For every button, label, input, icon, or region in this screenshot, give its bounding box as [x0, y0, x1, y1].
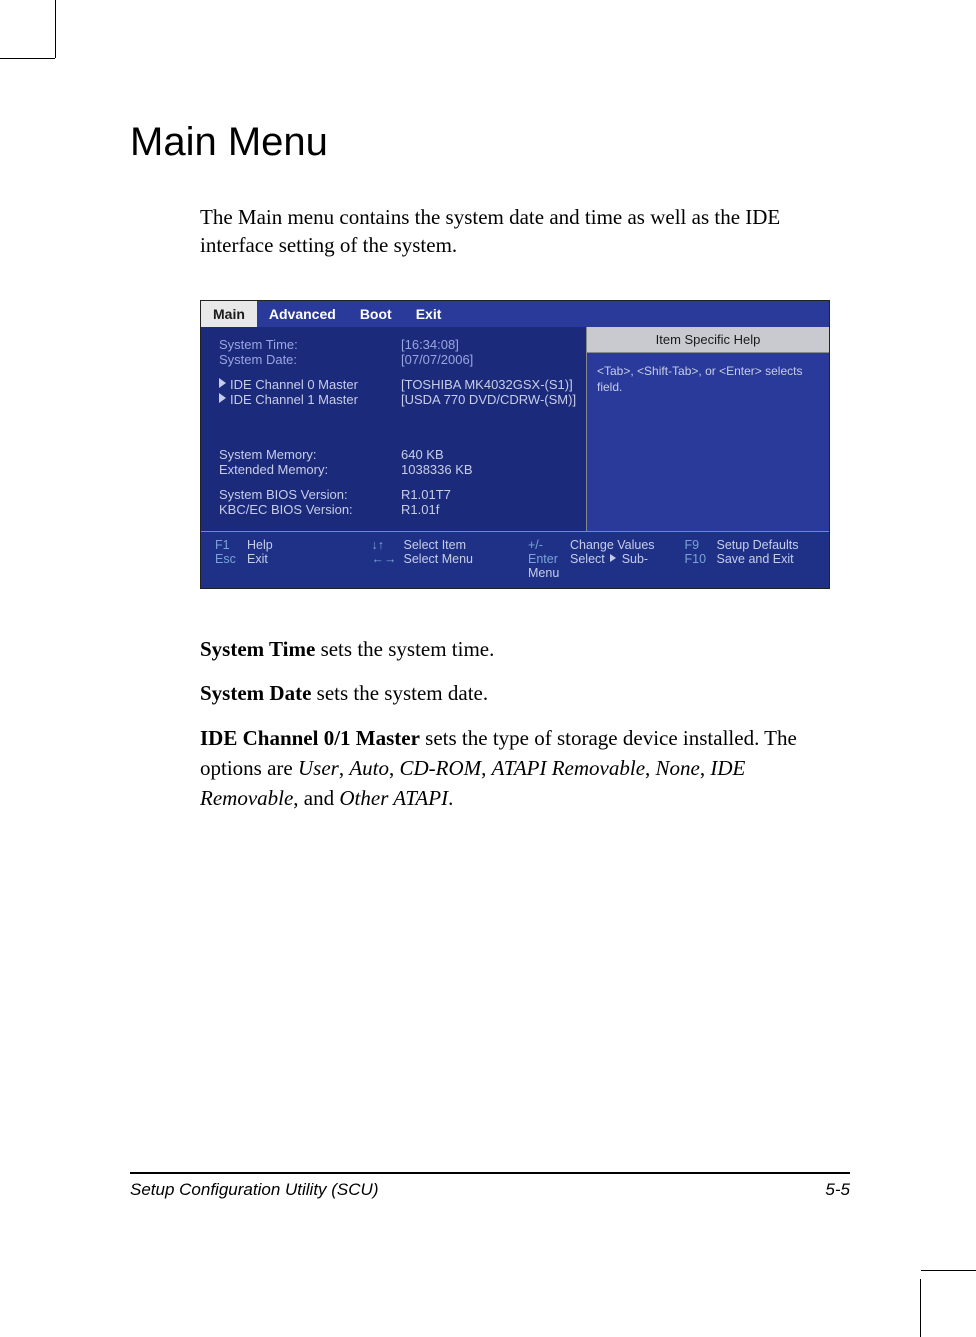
footer-left: Setup Configuration Utility (SCU): [130, 1180, 378, 1200]
esc-exit-label: Exit: [247, 552, 268, 566]
bios-tab-exit: Exit: [404, 301, 454, 327]
f10-key: F10: [685, 552, 717, 566]
help-title: Item Specific Help: [587, 327, 829, 353]
bios-tab-boot: Boot: [348, 301, 404, 327]
def-system-date: System Date sets the system date.: [200, 678, 840, 708]
extended-memory-label: Extended Memory:: [219, 462, 401, 477]
ide-channel-0-value: [TOSHIBA MK4032GSX-(S1)]: [401, 377, 578, 392]
enter-key: Enter: [528, 552, 570, 566]
ide-channel-1-label: IDE Channel 1 Master: [219, 392, 401, 407]
f1-help-label: Help: [247, 538, 273, 552]
f9-key: F9: [685, 538, 717, 552]
bios-help-panel: Item Specific Help <Tab>, <Shift-Tab>, o…: [586, 327, 829, 531]
intro-paragraph: The Main menu contains the system date a…: [200, 203, 840, 260]
leftright-arrow-icon: ←→: [372, 552, 404, 566]
f1-key: F1: [215, 538, 247, 552]
ide-channel-0-label: IDE Channel 0 Master: [219, 377, 401, 392]
page-heading: Main Menu: [130, 120, 850, 165]
page-footer: Setup Configuration Utility (SCU) 5-5: [130, 1172, 850, 1200]
extended-memory-value: 1038336 KB: [401, 462, 578, 477]
select-item-label: Select Item: [404, 538, 467, 552]
system-memory-label: System Memory:: [219, 447, 401, 462]
select-menu-label: Select Menu: [404, 552, 473, 566]
footer-page-number: 5-5: [825, 1180, 850, 1200]
definitions: System Time sets the system time. System…: [200, 634, 840, 814]
system-time-value: [16:34:08]: [401, 337, 578, 352]
bios-footer: F1Help EscExit ↓↑Select Item ←→Select Me…: [201, 531, 829, 588]
bios-screenshot: Main Advanced Boot Exit System Time:[16:…: [200, 300, 830, 589]
kbc-version-label: KBC/EC BIOS Version:: [219, 502, 401, 517]
triangle-icon: [610, 554, 616, 562]
help-body: <Tab>, <Shift-Tab>, or <Enter> selects f…: [587, 353, 829, 407]
bios-tab-advanced: Advanced: [257, 301, 348, 327]
bios-tab-main: Main: [201, 301, 257, 327]
system-date-value: [07/07/2006]: [401, 352, 578, 367]
bios-tab-bar: Main Advanced Boot Exit: [201, 301, 829, 327]
ide-channel-1-value: [USDA 770 DVD/CDRW-(SM)]: [401, 392, 578, 407]
def-ide-channel: IDE Channel 0/1 Master sets the type of …: [200, 723, 840, 814]
triangle-icon: [219, 393, 226, 403]
system-memory-value: 640 KB: [401, 447, 578, 462]
save-exit-label: Save and Exit: [717, 552, 794, 566]
kbc-version-value: R1.01f: [401, 502, 578, 517]
triangle-icon: [219, 378, 226, 388]
updown-arrow-icon: ↓↑: [372, 538, 404, 552]
change-values-label: Change Values: [570, 538, 655, 552]
plusminus-key: +/-: [528, 538, 570, 552]
setup-defaults-label: Setup Defaults: [717, 538, 799, 552]
system-date-label: System Date:: [219, 352, 401, 367]
def-system-time: System Time sets the system time.: [200, 634, 840, 664]
footer-rule: [130, 1172, 850, 1174]
bios-version-value: R1.01T7: [401, 487, 578, 502]
esc-key: Esc: [215, 552, 247, 566]
bios-main-panel: System Time:[16:34:08] System Date:[07/0…: [201, 327, 586, 531]
bios-version-label: System BIOS Version:: [219, 487, 401, 502]
system-time-label: System Time:: [219, 337, 401, 352]
